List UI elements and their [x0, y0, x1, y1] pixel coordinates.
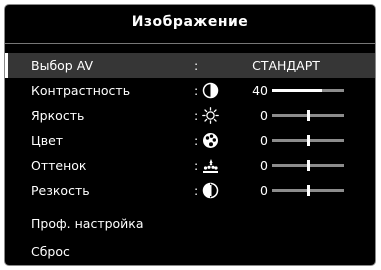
separator: : — [194, 133, 199, 148]
color-value: 0 — [260, 133, 268, 148]
menu-item-color[interactable]: Цвет : 0 — [5, 128, 375, 153]
sharpness-icon — [202, 182, 219, 199]
menu-item-label: Яркость — [31, 108, 85, 123]
color-icon — [202, 132, 219, 149]
title-divider — [5, 43, 375, 44]
tint-icon — [202, 157, 219, 174]
color-slider-thumb[interactable] — [307, 135, 310, 146]
brightness-value: 0 — [260, 108, 268, 123]
av-mode-value: СТАНДАРТ — [252, 58, 320, 73]
contrast-value: 40 — [252, 83, 268, 98]
menu-item-label: Резкость — [31, 183, 90, 198]
menu-title: Изображение — [131, 14, 249, 30]
contrast-icon — [202, 82, 219, 99]
sharpness-slider-thumb[interactable] — [307, 185, 310, 196]
tint-slider-thumb[interactable] — [307, 160, 310, 171]
menu-item-label: Цвет — [31, 133, 64, 148]
brightness-icon — [202, 107, 219, 124]
color-slider[interactable] — [272, 135, 344, 146]
brightness-slider[interactable] — [272, 110, 344, 121]
menu-item-brightness[interactable]: Яркость : 0 — [5, 103, 375, 128]
menu-item-label: Выбор AV — [31, 58, 94, 73]
separator: : — [194, 108, 199, 123]
menu-item-label: Контрастность — [31, 83, 131, 98]
contrast-slider[interactable] — [272, 89, 344, 92]
menu-item-tint[interactable]: Оттенок : 0 — [5, 153, 375, 178]
menu-item-reset[interactable]: Сброс — [5, 239, 375, 264]
menu-item-contrast[interactable]: Контрастность : 40 — [5, 78, 375, 103]
brightness-slider-thumb[interactable] — [307, 110, 310, 121]
menu-item-advanced-settings[interactable]: Проф. настройка — [5, 211, 375, 236]
separator: : — [194, 158, 199, 173]
menu-item-label: Проф. настройка — [31, 216, 144, 231]
menu-item-av-mode[interactable]: Выбор AV : СТАНДАРТ — [5, 53, 375, 78]
menu-item-sharpness[interactable]: Резкость : 0 — [5, 178, 375, 203]
tint-value: 0 — [260, 158, 268, 173]
separator: : — [194, 58, 199, 73]
picture-menu: Изображение Выбор AV : СТАНДАРТ Контраст… — [5, 5, 375, 265]
sharpness-slider[interactable] — [272, 185, 344, 196]
separator: : — [194, 183, 199, 198]
tint-slider[interactable] — [272, 160, 344, 171]
menu-item-label: Оттенок — [31, 158, 87, 173]
sharpness-value: 0 — [260, 183, 268, 198]
separator: : — [194, 83, 199, 98]
menu-item-label: Сброс — [31, 244, 70, 259]
contrast-slider-fill — [272, 89, 323, 92]
